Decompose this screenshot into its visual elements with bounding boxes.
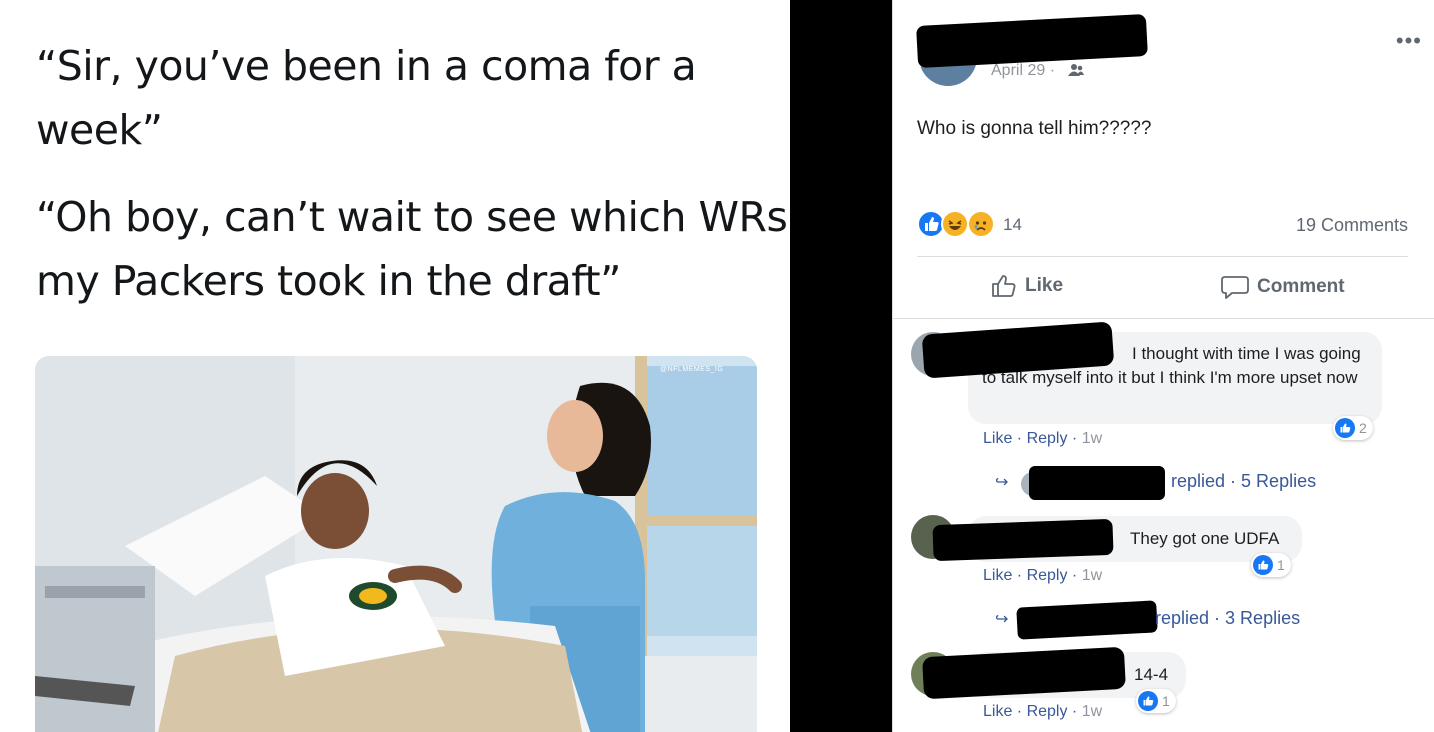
comment-like-link[interactable]: Like xyxy=(983,430,1012,447)
comment-reply-link[interactable]: Reply xyxy=(1027,430,1068,447)
comment-button[interactable]: Comment xyxy=(1221,274,1345,300)
like-count: 2 xyxy=(1359,420,1367,436)
like-count: 1 xyxy=(1162,693,1170,709)
comments-count-link[interactable]: 19 Comments xyxy=(1296,215,1408,236)
reply-arrow-icon: ↪ xyxy=(995,474,1009,491)
redacted-commenter-name xyxy=(932,518,1114,562)
thumbs-up-icon xyxy=(992,275,1016,297)
reaction-count: 14 xyxy=(1003,215,1022,234)
comment-like-count[interactable]: 1 xyxy=(1136,689,1176,713)
like-count: 1 xyxy=(1277,557,1285,573)
sad-reaction-icon xyxy=(967,210,995,238)
comment-like-link[interactable]: Like xyxy=(983,703,1012,720)
divider xyxy=(917,256,1408,257)
hospital-photo: @NFLMEMES_IG xyxy=(35,356,757,732)
meme-panel: “Sir, you’ve been in a coma for a week” … xyxy=(0,0,790,732)
more-options-icon[interactable]: ••• xyxy=(1396,28,1422,54)
view-replies-link[interactable]: replied · 3 Replies xyxy=(1155,608,1300,629)
comment-age[interactable]: 1w xyxy=(1082,430,1102,447)
redacted-replier-name xyxy=(1029,466,1165,500)
watermark: @NFLMEMES_IG xyxy=(660,366,724,373)
meme-caption-1: “Sir, you’ve been in a coma for a week” xyxy=(36,34,697,162)
redacted-poster-name xyxy=(916,14,1148,68)
divider xyxy=(893,318,1434,319)
comment-actions: Like · Reply · 1w xyxy=(983,703,1103,720)
hospital-scene-illustration xyxy=(35,356,757,732)
view-replies-link[interactable]: replied · 5 Replies xyxy=(1171,471,1316,492)
post-text: Who is gonna tell him????? xyxy=(917,118,1152,139)
comment-like-count[interactable]: 1 xyxy=(1251,553,1291,577)
meme-caption-2-line-b: my Packers took in the draft” xyxy=(36,257,621,305)
facebook-post: April 29 · ••• Who is gonna tell him????… xyxy=(892,0,1434,732)
comment-reply-link[interactable]: Reply xyxy=(1027,567,1068,584)
comment-actions: Like · Reply · 1w xyxy=(983,567,1103,584)
post-timestamp[interactable]: April 29 · xyxy=(991,62,1055,80)
comment-actions: Like · Reply · 1w xyxy=(983,430,1103,447)
comment-like-link[interactable]: Like xyxy=(983,567,1012,584)
meme-caption-1-line-a: “Sir, you’ve been in a coma for a xyxy=(36,42,697,90)
comment-button-label: Comment xyxy=(1257,276,1345,297)
like-badge-icon xyxy=(1335,418,1355,438)
like-button-label: Like xyxy=(1025,275,1064,296)
meme-caption-1-line-b: week” xyxy=(36,106,163,154)
meme-caption-2: “Oh boy, can’t wait to see which WRs my … xyxy=(36,185,788,313)
comment-age[interactable]: 1w xyxy=(1082,567,1102,584)
comment-reply-link[interactable]: Reply xyxy=(1027,703,1068,720)
like-badge-icon xyxy=(1253,555,1273,575)
meme-caption-2-line-a: “Oh boy, can’t wait to see which WRs xyxy=(36,193,788,241)
reply-arrow-icon: ↪ xyxy=(995,611,1009,628)
haha-reaction-icon xyxy=(941,210,969,238)
friends-audience-icon[interactable] xyxy=(1068,63,1084,82)
like-button[interactable]: Like xyxy=(991,274,1063,298)
comment-age[interactable]: 1w xyxy=(1082,703,1102,720)
comment-like-count[interactable]: 2 xyxy=(1333,416,1373,440)
speech-bubble-icon xyxy=(1221,276,1249,299)
redacted-replier-name xyxy=(1016,600,1158,640)
like-badge-icon xyxy=(1138,691,1158,711)
